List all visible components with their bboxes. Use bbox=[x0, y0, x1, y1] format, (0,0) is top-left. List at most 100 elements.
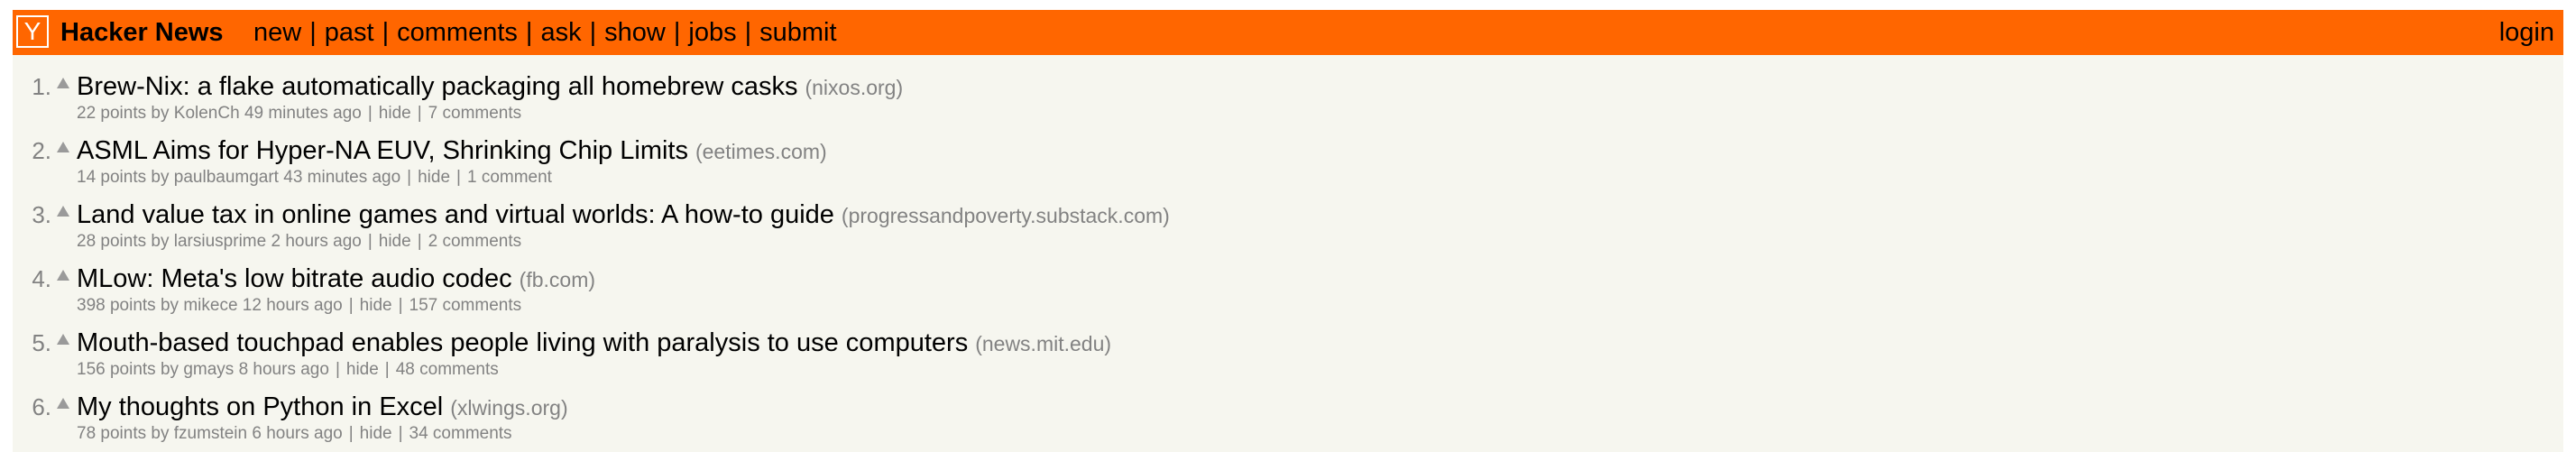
story-subtext: 22 points by KolenCh 49 minutes ago | hide… bbox=[77, 104, 521, 124]
subtext-separator: | bbox=[348, 424, 354, 443]
story-site-link[interactable]: (fb.com) bbox=[520, 268, 595, 291]
story-row: 1. Brew-Nix: a flake automatically packa… bbox=[13, 64, 2563, 128]
story-by-label: by bbox=[151, 424, 170, 443]
story-comments-link[interactable]: 2 comments bbox=[428, 232, 521, 251]
upvote-arrow-icon[interactable] bbox=[57, 78, 69, 88]
story-score: 78 points bbox=[77, 424, 147, 443]
story-site-link[interactable]: (progressandpoverty.substack.com) bbox=[842, 204, 1170, 227]
story-age-link[interactable]: 2 hours ago bbox=[271, 232, 361, 251]
y-logo-icon[interactable]: Y bbox=[16, 15, 49, 48]
story-hide-link[interactable]: hide bbox=[360, 424, 392, 443]
story-age-link[interactable]: 8 hours ago bbox=[239, 360, 329, 379]
story-by-label: by bbox=[151, 232, 170, 251]
story-age-link[interactable]: 43 minutes ago bbox=[283, 168, 400, 187]
story-hide-link[interactable]: hide bbox=[379, 232, 411, 251]
story-row: 5. Mouth-based touchpad enables people l… bbox=[13, 320, 2563, 384]
story-hide-link[interactable]: hide bbox=[418, 168, 450, 187]
story-subtext: 28 points by larsiusprime 2 hours ago | hi… bbox=[77, 232, 521, 252]
story-title-link[interactable]: ASML Aims for Hyper-NA EUV, Shrinking Ch… bbox=[77, 136, 688, 165]
nav-separator: | bbox=[589, 18, 597, 47]
story-age-link[interactable]: 6 hours ago bbox=[252, 424, 342, 443]
nav-show[interactable]: show bbox=[604, 18, 666, 47]
story-by-label: by bbox=[160, 296, 179, 315]
upvote-arrow-icon[interactable] bbox=[57, 142, 69, 152]
story-comments-link[interactable]: 157 comments bbox=[409, 296, 522, 315]
main-nav: new | past | comments | ask | show | jobs | submit bbox=[253, 19, 837, 46]
story-age-link[interactable]: 12 hours ago bbox=[243, 296, 343, 315]
story-title-line: Brew-Nix: a flake automatically packagin… bbox=[77, 72, 903, 106]
subtext-separator: | bbox=[348, 296, 354, 315]
story-user-link[interactable]: mikece bbox=[183, 296, 237, 315]
subtext-separator: | bbox=[456, 168, 461, 187]
story-row: 4. MLow: Meta's low bitrate audio codec (… bbox=[13, 256, 2563, 320]
subtext-separator: | bbox=[367, 232, 373, 251]
story-row: 2. ASML Aims for Hyper-NA EUV, Shrinking… bbox=[13, 128, 2563, 192]
subtext-separator: | bbox=[335, 360, 340, 379]
subtext-separator: | bbox=[417, 104, 422, 123]
story-by-label: by bbox=[151, 104, 170, 123]
nav-separator: | bbox=[525, 18, 533, 47]
story-hide-link[interactable]: hide bbox=[360, 296, 392, 315]
story-site-link[interactable]: (nixos.org) bbox=[805, 76, 903, 99]
nav-jobs[interactable]: jobs bbox=[688, 18, 736, 47]
story-score: 28 points bbox=[77, 232, 147, 251]
story-comments-link[interactable]: 48 comments bbox=[396, 360, 499, 379]
nav-new[interactable]: new bbox=[253, 18, 301, 47]
nav-past[interactable]: past bbox=[325, 18, 374, 47]
story-rank: 3. bbox=[32, 201, 51, 228]
story-title-line: MLow: Meta's low bitrate audio codec (fb.… bbox=[77, 264, 595, 298]
nav-comments[interactable]: comments bbox=[397, 18, 518, 47]
story-title-line: Mouth-based touchpad enables people livi… bbox=[77, 328, 1111, 362]
story-subtext: 14 points by paulbaumgart 43 minutes ago… bbox=[77, 168, 552, 188]
story-user-link[interactable]: fzumstein bbox=[174, 424, 247, 443]
story-by-label: by bbox=[160, 360, 179, 379]
nav-separator: | bbox=[673, 18, 681, 47]
nav-separator: | bbox=[744, 18, 752, 47]
story-rank: 5. bbox=[32, 329, 51, 356]
subtext-separator: | bbox=[398, 296, 403, 315]
story-row: 6. My thoughts on Python in Excel (xlwing… bbox=[13, 384, 2563, 448]
story-title-link[interactable]: My thoughts on Python in Excel bbox=[77, 392, 443, 421]
nav-separator: | bbox=[382, 18, 390, 47]
upvote-arrow-icon[interactable] bbox=[57, 334, 69, 345]
story-rank: 1. bbox=[32, 73, 51, 100]
story-score: 156 points bbox=[77, 360, 156, 379]
story-user-link[interactable]: KolenCh bbox=[174, 104, 240, 123]
story-title-line: My thoughts on Python in Excel (xlwings.o… bbox=[77, 392, 568, 426]
story-row: 3. Land value tax in online games and vi… bbox=[13, 192, 2563, 256]
story-comments-link[interactable]: 1 comment bbox=[467, 168, 552, 187]
story-title-link[interactable]: MLow: Meta's low bitrate audio codec bbox=[77, 264, 512, 293]
story-user-link[interactable]: gmays bbox=[183, 360, 234, 379]
story-rank: 6. bbox=[32, 393, 51, 420]
story-comments-link[interactable]: 34 comments bbox=[409, 424, 512, 443]
story-comments-link[interactable]: 7 comments bbox=[428, 104, 521, 123]
nav-ask[interactable]: ask bbox=[540, 18, 581, 47]
story-score: 22 points bbox=[77, 104, 147, 123]
story-title-line: Land value tax in online games and virtu… bbox=[77, 200, 1170, 234]
nav-submit[interactable]: submit bbox=[759, 18, 836, 47]
story-title-link[interactable]: Mouth-based touchpad enables people livi… bbox=[77, 328, 968, 357]
subtext-separator: | bbox=[367, 104, 373, 123]
story-by-label: by bbox=[151, 168, 170, 187]
upvote-arrow-icon[interactable] bbox=[57, 206, 69, 217]
story-hide-link[interactable]: hide bbox=[346, 360, 379, 379]
story-age-link[interactable]: 49 minutes ago bbox=[244, 104, 362, 123]
story-subtext: 398 points by mikece 12 hours ago | hide | 1… bbox=[77, 296, 521, 316]
story-site-link[interactable]: (news.mit.edu) bbox=[975, 332, 1111, 355]
subtext-separator: | bbox=[384, 360, 390, 379]
upvote-arrow-icon[interactable] bbox=[57, 270, 69, 281]
story-site-link[interactable]: (eetimes.com) bbox=[695, 140, 827, 163]
story-title-link[interactable]: Land value tax in online games and virtu… bbox=[77, 200, 834, 229]
story-user-link[interactable]: paulbaumgart bbox=[174, 168, 279, 187]
login-link[interactable]: login bbox=[2499, 19, 2554, 46]
story-score: 398 points bbox=[77, 296, 156, 315]
story-title-line: ASML Aims for Hyper-NA EUV, Shrinking Ch… bbox=[77, 136, 827, 170]
story-title-link[interactable]: Brew-Nix: a flake automatically packagin… bbox=[77, 72, 797, 101]
story-site-link[interactable]: (xlwings.org) bbox=[450, 396, 567, 420]
story-user-link[interactable]: larsiusprime bbox=[174, 232, 266, 251]
story-hide-link[interactable]: hide bbox=[379, 104, 411, 123]
story-rank: 2. bbox=[32, 137, 51, 164]
site-name-link[interactable]: Hacker News bbox=[60, 19, 224, 46]
story-subtext: 78 points by fzumstein 6 hours ago | hide |… bbox=[77, 424, 512, 444]
upvote-arrow-icon[interactable] bbox=[57, 398, 69, 409]
